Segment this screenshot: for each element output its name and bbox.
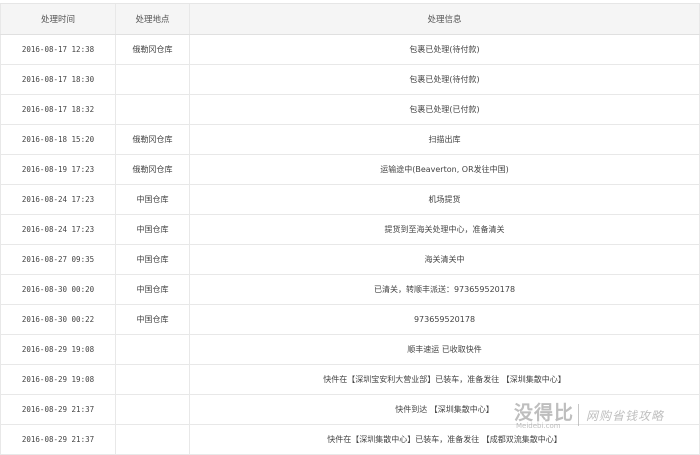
table-row: 2016-08-29 19:08 顺丰速运 已收取快件 [0,335,700,365]
table-row: 2016-08-24 17:23 中国仓库 机场提货 [0,185,700,215]
row-location [115,395,189,424]
header-time: 处理时间 [0,4,115,34]
row-info: 包裹已处理(已付款) [189,95,700,124]
table-body: 2016-08-17 12:38 俄勒冈仓库 包裹已处理(待付款) 2016-0… [0,35,700,455]
row-time: 2016-08-29 19:08 [0,335,115,364]
table-row: 2016-08-27 09:35 中国仓库 海关清关中 [0,245,700,275]
watermark-domain: Meidebi.com [516,422,561,430]
row-info: 运输途中(Beaverton, OR发往中国) [189,155,700,184]
row-info: 包裹已处理(待付款) [189,35,700,64]
row-location: 中国仓库 [115,215,189,244]
row-time: 2016-08-24 17:23 [0,215,115,244]
row-time: 2016-08-29 21:37 [0,395,115,424]
table-header: 处理时间 处理地点 处理信息 [0,3,700,35]
table-row: 2016-08-29 19:08 快件在【深圳宝安利大营业部】已装车，准备发往 … [0,365,700,395]
row-time: 2016-08-27 09:35 [0,245,115,274]
row-time: 2016-08-17 18:32 [0,95,115,124]
row-time: 2016-08-29 19:08 [0,365,115,394]
row-location: 俄勒冈仓库 [115,155,189,184]
watermark: 没得比 Meidebi.com 网购省钱攻略 [512,398,700,438]
table-row: 2016-08-17 12:38 俄勒冈仓库 包裹已处理(待付款) [0,35,700,65]
row-time: 2016-08-24 17:23 [0,185,115,214]
row-time: 2016-08-17 18:30 [0,65,115,94]
row-time: 2016-08-17 12:38 [0,35,115,64]
row-info: 扫描出库 [189,125,700,154]
watermark-slogan: 网购省钱攻略 [586,409,665,423]
row-location [115,335,189,364]
row-info: 快件在【深圳宝安利大营业部】已装车，准备发往 【深圳集散中心】 [189,365,700,394]
row-time: 2016-08-19 17:23 [0,155,115,184]
row-info: 提货到至海关处理中心，准备清关 [189,215,700,244]
row-location: 中国仓库 [115,305,189,334]
row-info: 973659520178 [189,305,700,334]
row-location [115,95,189,124]
row-location: 中国仓库 [115,245,189,274]
row-location: 中国仓库 [115,275,189,304]
row-location [115,365,189,394]
row-time: 2016-08-30 00:22 [0,305,115,334]
tracking-table: 处理时间 处理地点 处理信息 2016-08-17 12:38 俄勒冈仓库 包裹… [0,3,700,455]
row-info: 顺丰速运 已收取快件 [189,335,700,364]
table-row: 2016-08-19 17:23 俄勒冈仓库 运输途中(Beaverton, O… [0,155,700,185]
row-location: 俄勒冈仓库 [115,125,189,154]
watermark-brand: 没得比 [514,402,575,424]
row-location: 中国仓库 [115,185,189,214]
row-location: 俄勒冈仓库 [115,35,189,64]
table-row: 2016-08-18 15:20 俄勒冈仓库 扫描出库 [0,125,700,155]
table-row: 2016-08-17 18:30 包裹已处理(待付款) [0,65,700,95]
header-info: 处理信息 [189,4,700,34]
row-info: 机场提货 [189,185,700,214]
row-info: 包裹已处理(待付款) [189,65,700,94]
row-info: 已清关，转顺丰派送：973659520178 [189,275,700,304]
row-time: 2016-08-30 00:20 [0,275,115,304]
watermark-divider [578,404,579,426]
table-row: 2016-08-24 17:23 中国仓库 提货到至海关处理中心，准备清关 [0,215,700,245]
table-row: 2016-08-17 18:32 包裹已处理(已付款) [0,95,700,125]
row-time: 2016-08-18 15:20 [0,125,115,154]
table-row: 2016-08-30 00:20 中国仓库 已清关，转顺丰派送：97365952… [0,275,700,305]
row-location [115,65,189,94]
table-row: 2016-08-30 00:22 中国仓库 973659520178 [0,305,700,335]
header-location: 处理地点 [115,4,189,34]
row-info: 海关清关中 [189,245,700,274]
